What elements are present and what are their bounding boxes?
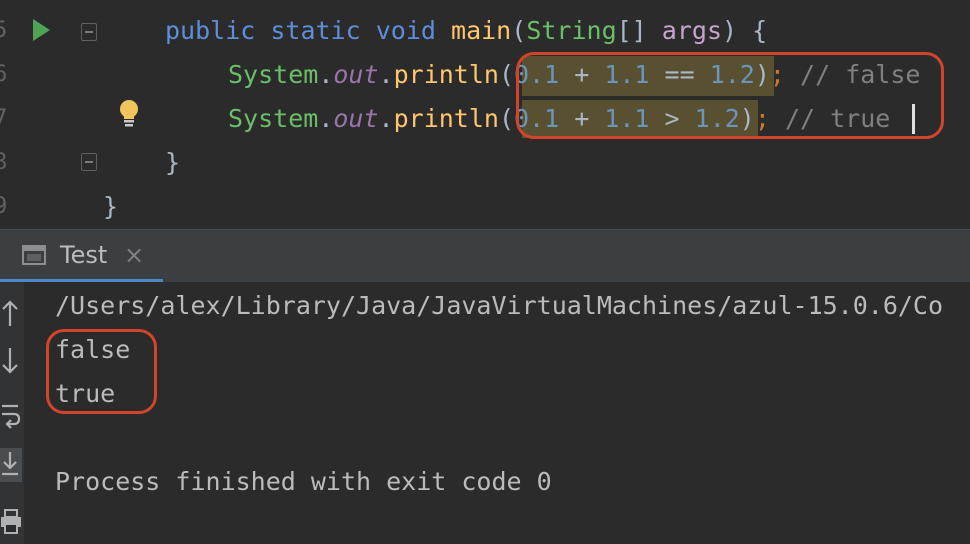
line-number: 5	[0, 18, 8, 43]
dot: .	[318, 60, 334, 89]
method-call: println	[393, 104, 499, 133]
paren: (	[498, 104, 515, 133]
dot: .	[378, 104, 394, 133]
console-line: /Users/alex/Library/Java/JavaVirtualMach…	[55, 291, 944, 320]
keyword: static	[270, 16, 361, 45]
line-number: 8	[0, 150, 8, 175]
keyword: void	[375, 16, 436, 45]
down-arrow-icon[interactable]	[0, 344, 22, 378]
tab-test[interactable]: Test ×	[0, 230, 163, 282]
field-ref: out	[333, 60, 379, 89]
console-output[interactable]: /Users/alex/Library/Java/JavaVirtualMach…	[0, 282, 970, 544]
line-number: 9	[0, 194, 8, 219]
paren: (	[511, 16, 527, 45]
class-ref: System	[228, 104, 319, 133]
close-icon[interactable]: ×	[124, 240, 144, 270]
console-icon	[22, 245, 46, 265]
line-number: 7	[0, 106, 8, 131]
fold-marker-icon[interactable]	[81, 23, 97, 41]
annotation-callout-box	[516, 52, 944, 139]
console-line: Process finished with exit code 0	[55, 467, 552, 496]
parameter-name: args	[661, 16, 723, 45]
dot: .	[318, 104, 334, 133]
code-editor[interactable]: 5 6 7 8 9 public static void main(String…	[0, 0, 970, 229]
class-ref: System	[228, 60, 319, 89]
code-punctuation: ) {	[722, 16, 768, 45]
dot: .	[378, 60, 394, 89]
run-tool-window-header: Test ×	[0, 229, 970, 282]
console-side-toolbar	[0, 282, 24, 544]
print-icon[interactable]	[0, 504, 22, 538]
editor-gutter[interactable]: 5 6 7 8 9	[0, 0, 150, 229]
code-line-8[interactable]: }	[165, 141, 180, 185]
code-line-5[interactable]: public static void main(String[] args) {	[165, 9, 767, 53]
code-line-9[interactable]: }	[103, 185, 118, 229]
brackets: []	[616, 16, 647, 45]
type-name: String	[526, 16, 617, 45]
method-name: main	[451, 16, 512, 45]
tab-label: Test	[60, 241, 108, 269]
fold-marker-icon[interactable]	[81, 153, 97, 171]
line-number: 6	[0, 62, 8, 87]
field-ref: out	[333, 104, 379, 133]
run-gutter-icon[interactable]	[33, 19, 50, 41]
annotation-callout-box	[46, 329, 157, 414]
paren: (	[498, 60, 515, 89]
keyword: public	[165, 16, 256, 45]
lightbulb-icon[interactable]	[117, 99, 141, 129]
soft-wrap-icon[interactable]	[0, 400, 22, 434]
method-call: println	[393, 60, 499, 89]
up-arrow-icon[interactable]	[0, 296, 22, 330]
scroll-to-end-icon[interactable]	[0, 448, 22, 482]
